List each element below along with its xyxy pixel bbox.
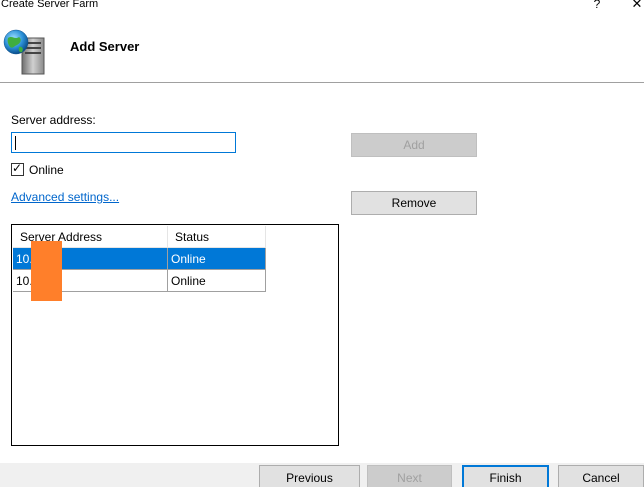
online-checkbox-label[interactable]: Online bbox=[29, 163, 64, 177]
remove-button[interactable]: Remove bbox=[351, 191, 477, 215]
wizard-header: Add Server bbox=[0, 14, 644, 83]
server-address-label: Server address: bbox=[11, 113, 96, 127]
wizard-body: Server address: ✓ Online Advanced settin… bbox=[0, 83, 644, 463]
next-button[interactable]: Next bbox=[367, 465, 452, 487]
server-address-input[interactable] bbox=[11, 132, 236, 153]
finish-button[interactable]: Finish bbox=[462, 465, 549, 487]
text-caret bbox=[15, 136, 16, 150]
advanced-settings-link[interactable]: Advanced settings... bbox=[11, 190, 119, 204]
close-button[interactable]: ✕ bbox=[630, 0, 644, 12]
row-status: Online bbox=[167, 269, 266, 292]
cancel-button[interactable]: Cancel bbox=[558, 465, 644, 487]
previous-button[interactable]: Previous bbox=[259, 465, 360, 487]
window-title: Create Server Farm bbox=[1, 0, 99, 10]
row-status: Online bbox=[167, 247, 266, 270]
server-list[interactable]: Server Address Status 10. Online 10. Onl… bbox=[11, 224, 339, 446]
title-bar: Create Server Farm ? ✕ bbox=[0, 0, 644, 14]
help-button[interactable]: ? bbox=[590, 0, 604, 12]
checkmark-icon: ✓ bbox=[12, 161, 23, 175]
add-button[interactable]: Add bbox=[351, 133, 477, 157]
page-title: Add Server bbox=[70, 39, 140, 54]
create-server-farm-dialog: Create Server Farm ? ✕ Add Server Server… bbox=[0, 0, 644, 487]
server-globe-icon bbox=[3, 29, 45, 75]
wizard-footer: Previous Next Finish Cancel bbox=[0, 463, 644, 487]
online-checkbox[interactable]: ✓ bbox=[11, 161, 24, 176]
column-header-status[interactable]: Status bbox=[167, 226, 266, 248]
redaction-block bbox=[31, 241, 62, 301]
